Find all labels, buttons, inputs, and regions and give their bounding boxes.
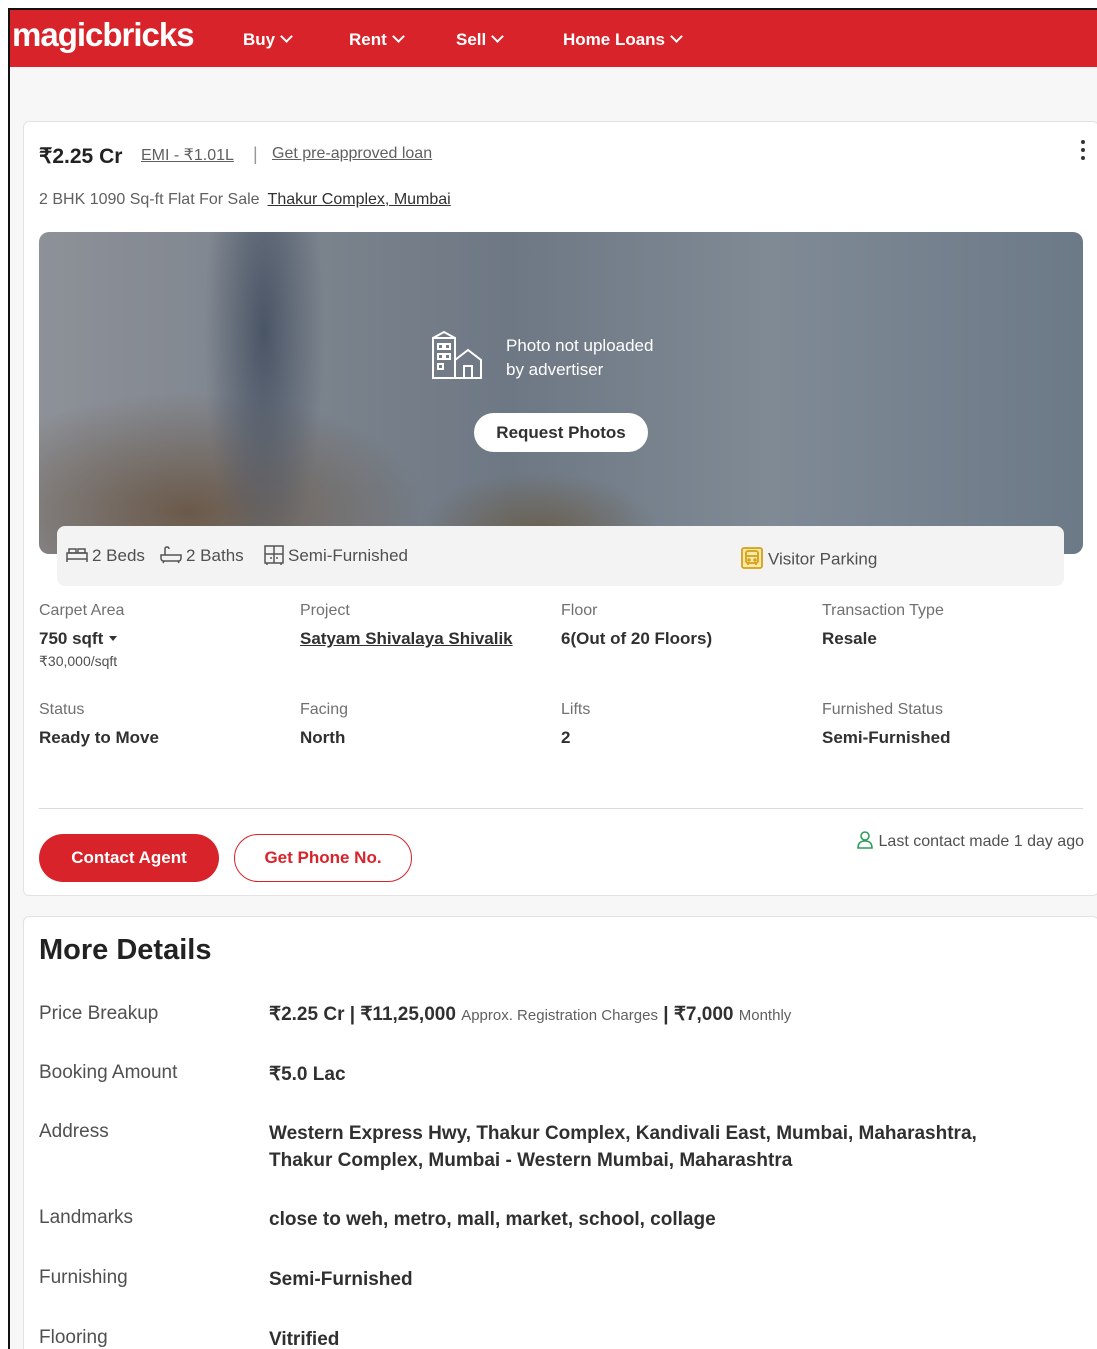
request-photos-button[interactable]: Request Photos	[474, 413, 648, 452]
listing-subtitle: 2 BHK 1090 Sq-ft Flat For Sale Thakur Com…	[39, 191, 451, 209]
chevron-down-icon	[670, 30, 683, 43]
caret-down-icon	[109, 636, 118, 641]
address-line-2: Thakur Complex, Mumbai - Western Mumbai,…	[269, 1150, 793, 1171]
furnishing-label: Semi-Furnished	[288, 546, 408, 565]
last-contact-info: Last contact made 1 day ago	[856, 831, 1084, 851]
lifts-value: 2	[561, 728, 571, 747]
chevron-down-icon	[391, 30, 405, 43]
address-line-1: Western Express Hwy, Thakur Complex, Kan…	[269, 1123, 977, 1144]
carpet-area-text: 750 sqft	[39, 629, 104, 648]
landmarks-value: close to weh, metro, mall, market, schoo…	[269, 1209, 716, 1230]
nav-rent[interactable]: Rent	[349, 30, 405, 50]
project-label: Project	[300, 602, 350, 619]
facing-value: North	[300, 728, 346, 747]
carpet-area-value[interactable]: 750 sqft	[39, 629, 118, 649]
carpet-area-label: Carpet Area	[39, 602, 125, 619]
magicbricks-logo[interactable]: magicbricks	[12, 16, 195, 54]
divider	[39, 808, 1083, 809]
nav-home-loans-label: Home Loans	[563, 30, 666, 49]
location-link[interactable]: Thakur Complex, Mumbai	[268, 191, 451, 208]
user-icon	[856, 831, 873, 849]
beds-label: 2 Beds	[92, 546, 145, 565]
nav-rent-label: Rent	[349, 30, 387, 49]
get-phone-button[interactable]: Get Phone No.	[234, 834, 412, 882]
facing-label: Facing	[300, 701, 349, 718]
bus-icon	[741, 547, 763, 569]
nav-buy-label: Buy	[243, 30, 276, 49]
chevron-down-icon	[491, 30, 505, 43]
more-details-title: More Details	[39, 934, 212, 966]
nav-home-loans[interactable]: Home Loans	[563, 30, 683, 50]
furnishing-info: Semi-Furnished	[264, 544, 408, 567]
listing-type-text: 2 BHK 1090 Sq-ft Flat For Sale	[39, 191, 260, 208]
transaction-type-label: Transaction Type	[822, 602, 944, 619]
floor-value: 6(Out of 20 Floors)	[561, 629, 713, 648]
separator: |	[253, 144, 258, 164]
price-breakup-amount: ₹2.25 Cr | ₹11,25,000	[269, 1004, 456, 1025]
last-contact-text: Last contact made 1 day ago	[878, 833, 1084, 851]
photo-placeholder: Photo not uploaded by advertiser Request…	[39, 232, 1083, 554]
lifts-label: Lifts	[561, 701, 591, 718]
no-photo-message: Photo not uploaded by advertiser	[506, 334, 653, 382]
listing-card: ₹2.25 Cr EMI - ₹1.01L | Get pre-approved…	[23, 121, 1097, 896]
baths-label: 2 Baths	[186, 546, 244, 565]
furnished-status-value: Semi-Furnished	[822, 728, 951, 747]
price-breakup-value: ₹2.25 Cr | ₹11,25,000 Approx. Registrati…	[269, 1001, 791, 1029]
landmarks-label: Landmarks	[39, 1207, 133, 1228]
contact-agent-button[interactable]: Contact Agent	[39, 834, 219, 882]
flooring-label: Flooring	[39, 1327, 108, 1348]
nav-sell-label: Sell	[456, 30, 487, 49]
beds-info: 2 Beds	[66, 546, 145, 566]
booking-amount-value: ₹5.0 Lac	[269, 1064, 346, 1085]
monthly-amount: | ₹7,000	[663, 1004, 734, 1025]
chevron-down-icon	[280, 30, 293, 43]
status-label: Status	[39, 701, 85, 718]
no-photo-line-1: Photo not uploaded	[506, 336, 654, 355]
wardrobe-icon	[264, 544, 284, 565]
page-frame: magicbricks Buy Rent Sell Home Loans ₹2.…	[8, 8, 1097, 1349]
amenities-bar: 2 Beds 2 Baths Semi-Furnished Visitor Pa…	[57, 526, 1064, 586]
nav-buy[interactable]: Buy	[243, 30, 293, 50]
more-details-card: More Details Price Breakup ₹2.25 Cr | ₹1…	[23, 916, 1097, 1349]
no-photo-line-2: by advertiser	[506, 360, 604, 379]
bed-icon	[66, 547, 88, 562]
status-value: Ready to Move	[39, 728, 159, 747]
parking-info: Visitor Parking	[740, 547, 878, 572]
furnishing-value: Semi-Furnished	[269, 1269, 413, 1290]
more-options-icon[interactable]	[1080, 140, 1086, 164]
registration-note: Approx. Registration Charges	[461, 1007, 658, 1024]
flooring-value: Vitrified	[269, 1329, 340, 1349]
address-label: Address	[39, 1121, 109, 1142]
address-value: Western Express Hwy, Thakur Complex, Kan…	[269, 1120, 977, 1174]
transaction-type-value: Resale	[822, 629, 877, 648]
monthly-note: Monthly	[738, 1007, 792, 1024]
floor-label: Floor	[561, 602, 598, 619]
furnishing-label: Furnishing	[39, 1267, 128, 1288]
nav-sell[interactable]: Sell	[456, 30, 505, 50]
project-link[interactable]: Satyam Shivalaya Shivalik	[300, 629, 513, 649]
pre-approved-loan-link[interactable]: Get pre-approved loan	[272, 145, 432, 163]
baths-info: 2 Baths	[160, 545, 244, 566]
emi-link[interactable]: EMI - ₹1.01L	[141, 145, 234, 165]
price-breakup-label: Price Breakup	[39, 1003, 159, 1024]
furnished-status-label: Furnished Status	[822, 701, 943, 718]
top-navbar: magicbricks Buy Rent Sell Home Loans	[10, 10, 1097, 67]
booking-amount-label: Booking Amount	[39, 1062, 178, 1083]
carpet-area-rate: ₹30,000/sqft	[39, 653, 118, 669]
listing-price: ₹2.25 Cr	[39, 145, 123, 168]
building-icon	[432, 330, 482, 379]
bathtub-icon	[160, 545, 182, 563]
parking-label: Visitor Parking	[768, 549, 878, 569]
